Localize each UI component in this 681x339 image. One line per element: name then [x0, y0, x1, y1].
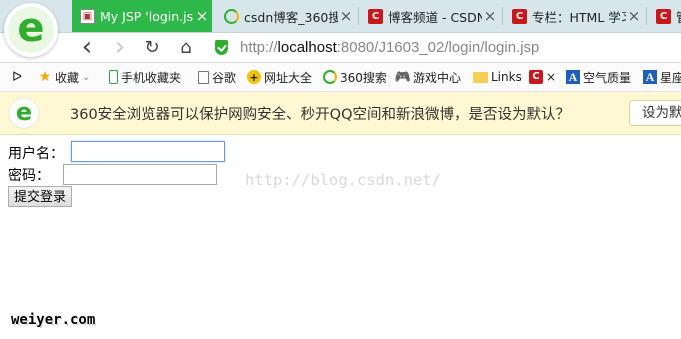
forward-arrow-icon: ›	[114, 32, 126, 62]
tab-separator	[358, 7, 359, 25]
jsp-page-icon: ▣	[80, 8, 95, 24]
bookmark-label: 360搜索	[340, 70, 387, 85]
bookmark-label: 星座	[660, 70, 681, 85]
bookmark-horoscope[interactable]: A 星座	[643, 63, 681, 91]
bookmark-game-center[interactable]: 🎮 游戏中心	[394, 63, 462, 91]
browser-e-icon: e	[17, 5, 45, 51]
folder-icon	[473, 71, 488, 83]
360-search-icon	[224, 8, 239, 24]
360-search-icon	[323, 70, 337, 84]
tab-title: 管	[676, 7, 681, 26]
bookmark-mobile-favorites[interactable]: 手机收藏夹	[109, 63, 181, 91]
url-field[interactable]: http://localhost:8080/J1603_02/login/log…	[240, 36, 539, 58]
tab-title: My JSP 'login.js	[100, 8, 194, 24]
tab-title: csdn博客_360搜	[244, 9, 338, 25]
csdn-icon: C	[529, 70, 543, 84]
default-browser-notification: e 360安全浏览器可以保护网购安全、秒开QQ空间和新浪微博，是否设为默认？ 设…	[0, 92, 681, 135]
site-watermark: weiyer.com	[11, 312, 96, 328]
sidebar-toggle-button[interactable]: ᐅ	[10, 63, 27, 91]
bookmark-label: 网址大全	[264, 70, 313, 85]
bookmark-label: 手机收藏夹	[121, 70, 182, 85]
bookmarks-bar: ᐅ ★ 收藏 ⌄ 手机收藏夹 谷歌 + 网址大全 360搜索 🎮 游戏中心 Li…	[0, 63, 681, 92]
browser-logo-icon: e	[9, 98, 39, 128]
tab-csdn-search[interactable]: csdn博客_360搜 ×	[216, 0, 356, 32]
sidebar-toggle-icon: ᐅ	[12, 69, 22, 85]
submit-login-button[interactable]: 提交登录	[8, 186, 73, 207]
bookmark-label: 收藏	[55, 70, 80, 85]
tab-title: 博客频道 - CSDN	[388, 9, 482, 25]
forward-button[interactable]: ›	[109, 32, 131, 62]
password-label: 密码：	[8, 168, 50, 184]
url-host: localhost	[277, 38, 337, 56]
csdn-watermark: http://blog.csdn.net/	[245, 171, 441, 189]
bookmark-favorites[interactable]: ★ 收藏 ⌄	[38, 63, 91, 91]
bookmark-csdn[interactable]: C ×	[529, 63, 556, 91]
bookmark-label: 游戏中心	[413, 70, 462, 85]
csdn-icon: C	[512, 8, 527, 24]
a-icon: A	[566, 70, 580, 84]
tab-manage[interactable]: C 管	[648, 0, 681, 32]
home-icon: ⌂	[180, 36, 192, 58]
username-label: 用户名：	[8, 146, 64, 162]
tab-separator	[502, 7, 503, 25]
tab-login-jsp[interactable]: ▣ My JSP 'login.js ×	[72, 0, 212, 32]
url-scheme: http://	[240, 38, 278, 56]
browser-e-icon: e	[15, 97, 33, 126]
back-button[interactable]: ‹	[76, 32, 98, 62]
reload-button[interactable]: ↻	[141, 36, 163, 58]
notification-message: 360安全浏览器可以保护网购安全、秒开QQ空间和新浪微博，是否设为默认？	[70, 107, 570, 123]
csdn-icon: C	[656, 8, 671, 24]
close-icon[interactable]: ×	[194, 7, 210, 25]
document-icon	[198, 70, 209, 84]
tab-html-column[interactable]: C 专栏：HTML 学习 ×	[504, 0, 644, 32]
phone-icon	[109, 70, 118, 84]
reload-icon: ↻	[144, 36, 160, 58]
back-arrow-icon: ‹	[81, 32, 93, 62]
bookmark-360-search[interactable]: 360搜索	[323, 63, 387, 91]
tab-separator	[646, 7, 647, 25]
url-path: :8080/J1603_02/login/login.jsp	[336, 38, 540, 56]
star-icon: ★	[38, 69, 52, 85]
bookmark-label: ×	[546, 70, 557, 84]
bookmark-label: Links	[491, 70, 522, 84]
gamepad-icon: 🎮	[394, 69, 412, 85]
security-shield-icon[interactable]	[215, 40, 228, 55]
close-icon[interactable]: ×	[338, 7, 354, 25]
close-icon[interactable]: ×	[626, 7, 642, 25]
username-input[interactable]	[71, 141, 225, 162]
address-bar: ‹ › ↻ ⌂ http://localhost:8080/J1603_02/l…	[0, 32, 681, 63]
csdn-icon: C	[368, 8, 383, 24]
home-button[interactable]: ⌂	[175, 36, 197, 58]
close-icon[interactable]: ×	[482, 7, 498, 25]
tab-blog-channel[interactable]: C 博客频道 - CSDN ×	[360, 0, 500, 32]
tab-strip: e ▣ My JSP 'login.js × csdn博客_360搜 × C 博…	[0, 0, 681, 57]
set-default-button[interactable]: 设为默认	[629, 100, 681, 126]
a-icon: A	[643, 70, 657, 84]
bookmark-air-quality[interactable]: A 空气质量	[566, 63, 631, 91]
bookmark-hao-directory[interactable]: + 网址大全	[247, 63, 312, 91]
bookmark-google[interactable]: 谷歌	[198, 63, 236, 91]
tab-title: 专栏：HTML 学习	[532, 9, 626, 25]
bookmark-links-folder[interactable]: Links	[473, 63, 522, 91]
plus-circle-icon: +	[247, 70, 261, 84]
chevron-down-icon: ⌄	[82, 71, 91, 83]
bookmark-label: 空气质量	[583, 70, 632, 85]
bookmark-label: 谷歌	[212, 70, 237, 85]
browser-logo-ring: e	[8, 7, 54, 53]
browser-logo[interactable]: e	[4, 3, 58, 57]
password-input[interactable]	[63, 164, 217, 185]
